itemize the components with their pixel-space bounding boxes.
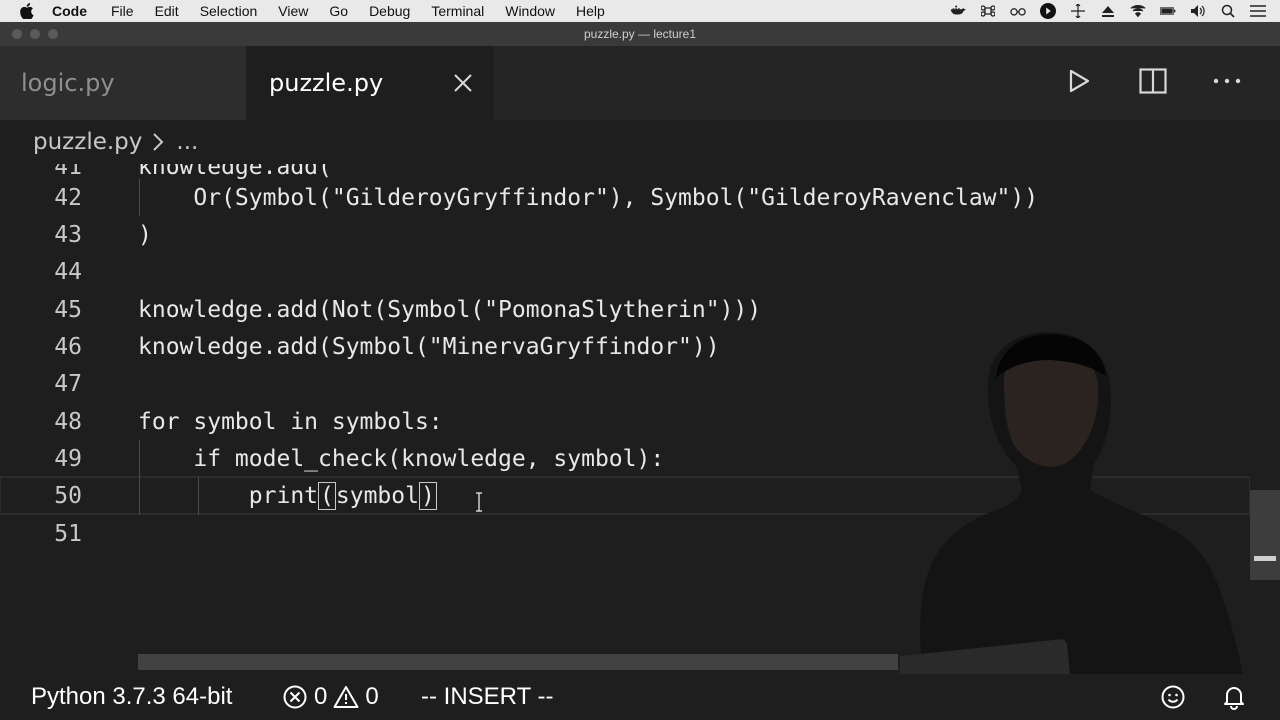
code-line: 44 bbox=[0, 253, 1250, 290]
list-icon[interactable] bbox=[1250, 3, 1266, 19]
code-text: knowledge.add(Not(Symbol("PomonaSlytheri… bbox=[138, 296, 762, 323]
line-number: 50 bbox=[54, 482, 82, 509]
wifi-icon[interactable] bbox=[1130, 3, 1146, 19]
tab-puzzle-py[interactable]: puzzle.py bbox=[246, 46, 494, 120]
volume-icon[interactable] bbox=[1190, 3, 1206, 19]
code-segment: symbol bbox=[335, 482, 419, 509]
code-line: 42 Or(Symbol("GilderoyGryffindor"), Symb… bbox=[0, 179, 1250, 216]
bracket-match: ( bbox=[318, 481, 336, 510]
breadcrumb: puzzle.py ... bbox=[0, 120, 1280, 164]
line-number: 51 bbox=[54, 520, 82, 547]
editor-actions bbox=[1064, 66, 1242, 96]
split-editor-icon[interactable] bbox=[1138, 66, 1168, 96]
presenter-video-overlay bbox=[877, 330, 1250, 720]
scrollbar-thumb[interactable] bbox=[1250, 490, 1280, 580]
line-number: 47 bbox=[54, 370, 82, 397]
search-icon[interactable] bbox=[1220, 3, 1236, 19]
minimize-window-button[interactable] bbox=[30, 29, 40, 39]
close-icon[interactable] bbox=[451, 71, 475, 95]
tab-logic-py[interactable]: logic.py bbox=[0, 46, 246, 120]
window-controls bbox=[12, 29, 58, 39]
line-number: 48 bbox=[54, 408, 82, 435]
vertical-scrollbar[interactable] bbox=[1250, 164, 1280, 654]
menu-debug[interactable]: Debug bbox=[369, 3, 410, 19]
ibeam-cursor-icon bbox=[475, 492, 483, 512]
code-line: 43 ) bbox=[0, 216, 1250, 253]
chevron-right-icon bbox=[152, 132, 166, 152]
menu-app-code[interactable]: Code bbox=[52, 3, 87, 19]
more-actions-icon[interactable] bbox=[1212, 66, 1242, 96]
menu-help[interactable]: Help bbox=[576, 3, 605, 19]
code-text: for symbol in symbols: bbox=[138, 408, 443, 435]
code-text: Or(Symbol("GilderoyGryffindor"), Symbol(… bbox=[138, 184, 1039, 211]
menu-bar: Code File Edit Selection View Go Debug T… bbox=[0, 0, 1280, 22]
docker-icon[interactable] bbox=[950, 3, 966, 19]
move-icon[interactable] bbox=[1070, 3, 1086, 19]
code-text: knowledge.add( bbox=[138, 164, 332, 180]
command-icon[interactable] bbox=[980, 3, 996, 19]
window-title: puzzle.py — lecture1 bbox=[583, 27, 697, 41]
breadcrumb-file[interactable]: puzzle.py bbox=[33, 129, 142, 155]
smiley-icon bbox=[1160, 684, 1186, 710]
menu-view[interactable]: View bbox=[278, 3, 308, 19]
code-text: if model_check(knowledge, symbol): bbox=[138, 445, 665, 472]
apple-logo-icon[interactable] bbox=[20, 3, 38, 19]
eject-icon[interactable] bbox=[1100, 3, 1116, 19]
tab-label: logic.py bbox=[21, 69, 115, 97]
status-bar: Python 3.7.3 64-bit 0 0 -- INSERT -- bbox=[0, 674, 1280, 720]
code-segment: print bbox=[138, 482, 319, 509]
line-number: 46 bbox=[54, 333, 82, 360]
close-window-button[interactable] bbox=[12, 29, 22, 39]
line-number: 45 bbox=[54, 296, 82, 323]
horizontal-scrollbar[interactable] bbox=[138, 654, 898, 670]
feedback-button[interactable] bbox=[1160, 674, 1186, 720]
problems-indicator[interactable]: 0 0 bbox=[282, 674, 379, 720]
menu-terminal[interactable]: Terminal bbox=[431, 3, 484, 19]
menu-window[interactable]: Window bbox=[505, 3, 555, 19]
warning-icon bbox=[333, 684, 359, 710]
indent-guide bbox=[139, 440, 140, 515]
line-number: 44 bbox=[54, 258, 82, 285]
vim-mode: -- INSERT -- bbox=[421, 683, 554, 710]
dark-circle-icon[interactable] bbox=[1040, 3, 1056, 19]
tab-label: puzzle.py bbox=[269, 69, 384, 97]
indent-guide bbox=[198, 477, 199, 515]
code-text: ) bbox=[138, 221, 152, 248]
run-icon[interactable] bbox=[1064, 66, 1094, 96]
warning-count: 0 bbox=[365, 683, 379, 710]
notifications-button[interactable] bbox=[1221, 674, 1247, 720]
code-line: 45 knowledge.add(Not(Symbol("PomonaSlyth… bbox=[0, 291, 1250, 328]
bracket-match: ) bbox=[418, 481, 437, 510]
menu-selection[interactable]: Selection bbox=[200, 3, 258, 19]
glasses-icon[interactable] bbox=[1010, 3, 1026, 19]
line-number: 42 bbox=[54, 184, 82, 211]
menu-bar-status-area bbox=[950, 0, 1266, 22]
bell-icon bbox=[1221, 684, 1247, 710]
menu-edit[interactable]: Edit bbox=[155, 3, 179, 19]
code-text: knowledge.add(Symbol("MinervaGryffindor"… bbox=[138, 333, 720, 360]
menu-file[interactable]: File bbox=[111, 3, 134, 19]
vim-mode-indicator: -- INSERT -- bbox=[421, 674, 553, 720]
breadcrumb-symbol[interactable]: ... bbox=[176, 129, 198, 155]
line-number: 43 bbox=[54, 221, 82, 248]
menu-go[interactable]: Go bbox=[329, 3, 348, 19]
error-count: 0 bbox=[314, 683, 328, 710]
python-interpreter[interactable]: Python 3.7.3 64-bit bbox=[31, 674, 232, 720]
python-version: Python 3.7.3 64-bit bbox=[31, 683, 233, 710]
error-icon bbox=[282, 684, 308, 710]
indent-guide bbox=[139, 179, 140, 216]
editor-tab-bar: logic.py puzzle.py bbox=[0, 46, 1280, 120]
zoom-window-button[interactable] bbox=[48, 29, 58, 39]
line-number: 49 bbox=[54, 445, 82, 472]
code-text: print(symbol) bbox=[138, 481, 437, 510]
line-number: 41 bbox=[54, 164, 82, 180]
window-title-bar: puzzle.py — lecture1 bbox=[0, 22, 1280, 46]
cursor-position-marker bbox=[1254, 556, 1276, 561]
battery-icon[interactable] bbox=[1160, 3, 1176, 19]
